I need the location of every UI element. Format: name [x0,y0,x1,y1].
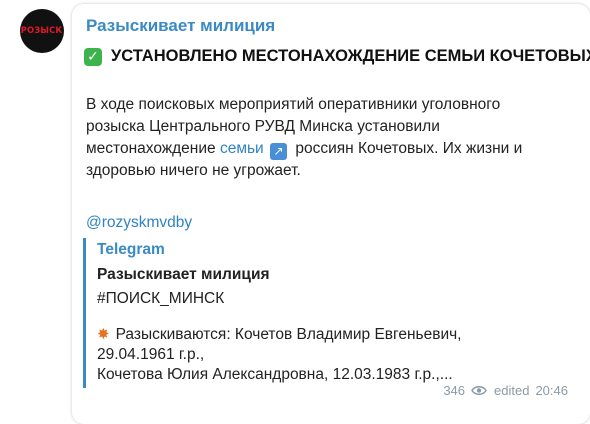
view-count: 346 [443,383,466,398]
link-preview[interactable]: Telegram Разыскивает милиция #ПОИСК_МИНС… [83,238,537,388]
preview-desc-text: Разыскиваются: Кочетов Владимир Евгеньев… [115,326,462,343]
body-line: розыска Центрального РУВД Минска установ… [86,118,440,135]
preview-desc-line: ✸ Разыскиваются: Кочетов Владимир Евгенье… [97,324,462,345]
preview-title: Разыскивает милиция [97,266,270,283]
preview-description: ✸ Разыскиваются: Кочетов Владимир Евгенье… [97,324,462,385]
channel-handle-link[interactable]: @rozyskmvdby [86,214,192,232]
preview-desc-line: 29.04.1961 г.р., [97,346,205,363]
body-text-segment: местонахождение [86,140,220,157]
collision-icon: ✸ [97,325,110,343]
edited-label: edited [494,383,530,398]
headline-text: УСТАНОВЛЕНО МЕСТОНАХОЖДЕНИЕ СЕМЬИ КОЧЕТО… [111,47,590,65]
channel-avatar[interactable]: РОЗЫСК [20,9,64,53]
preview-hashtag: #ПОИСК_МИНСК [97,290,225,307]
message-bubble: Разыскивает милиция ✓ УСТАНОВЛЕНО МЕСТОН… [72,4,590,424]
eye-icon [471,386,487,395]
body-line: В ходе поисковых мероприятий оперативник… [86,96,501,113]
preview-desc-line: Кочетова Юлия Александровна, 12.03.1983 … [97,366,453,383]
post-body: В ходе поисковых мероприятий оперативник… [86,94,586,182]
preview-site-name: Telegram [97,241,165,258]
external-link-arrow-icon: ↗ [270,143,288,160]
message-time: 20:46 [535,383,568,398]
body-line: здоровью ничего не угрожает. [86,162,301,179]
avatar-logo-text: РОЗЫСК [21,26,63,36]
family-link[interactable]: семьи [220,140,264,157]
body-line: местонахождение семьи ↗ россиян Кочетовы… [86,138,586,160]
sender-name[interactable]: Разыскивает милиция [86,16,275,36]
body-text-segment: россиян Кочетовых. Их жизни и [291,140,523,157]
message-meta: 346 edited 20:46 [443,383,568,398]
check-mark-icon: ✓ [84,47,102,66]
post-headline: ✓ УСТАНОВЛЕНО МЕСТОНАХОЖДЕНИЕ СЕМЬИ КОЧЕ… [84,47,590,66]
